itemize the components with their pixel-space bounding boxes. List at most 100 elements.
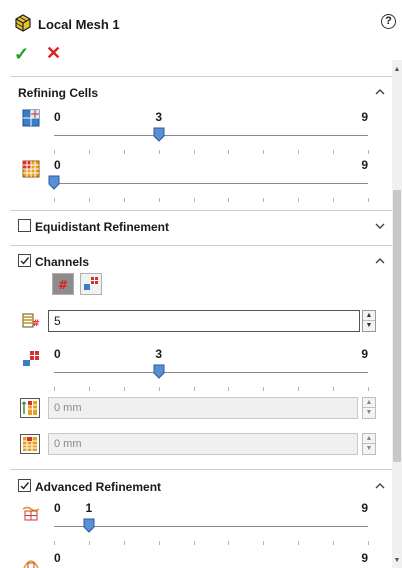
panel-title: Local Mesh 1 (38, 17, 120, 32)
section-title-equidistant-refinement: Equidistant Refinement (35, 220, 170, 234)
slider-thumb[interactable] (153, 127, 165, 142)
slider-tick (193, 198, 195, 202)
collapse-chevron-up-icon[interactable] (373, 479, 387, 493)
slider-tick (263, 541, 265, 545)
divider (10, 245, 392, 246)
refining-cells-level-slider[interactable]: 0 3 9 (54, 110, 369, 154)
slider-tick (158, 150, 160, 154)
slider-tick (333, 150, 335, 154)
slider-tick (123, 150, 125, 154)
slider-tick (228, 387, 230, 391)
expand-chevron-down-icon[interactable] (373, 219, 387, 233)
cell-grid-icon (84, 277, 98, 290)
slider-tick (193, 541, 195, 545)
section-title-advanced-refinement: Advanced Refinement (35, 480, 162, 494)
scroll-down-icon[interactable]: ▼ (392, 557, 402, 564)
minimum-channel-height-spinner[interactable]: ▲ ▼ (362, 397, 376, 419)
divider (10, 76, 392, 77)
channel-cell-count-spinner[interactable]: ▲ ▼ (362, 310, 376, 332)
channels-checkbox[interactable] (18, 254, 31, 267)
slider-min-label: 0 (54, 158, 61, 172)
slider-thumb[interactable] (83, 518, 95, 533)
divider (10, 210, 392, 211)
help-icon[interactable]: ? (381, 14, 396, 29)
refining-cells-level-icon (22, 109, 40, 127)
slider-tick (123, 541, 125, 545)
slider-tick (298, 198, 300, 202)
channel-refinement-level-icon (22, 349, 40, 367)
maximum-channel-height-icon[interactable] (20, 434, 40, 454)
slider-tick (123, 387, 125, 391)
maximum-channel-height-spinner[interactable]: ▲ ▼ (362, 433, 376, 455)
spinner-up-icon[interactable]: ▲ (363, 398, 375, 408)
slider-tick (54, 387, 55, 391)
slider-tick (193, 150, 195, 154)
slider-tick (88, 150, 90, 154)
slider-ticks (54, 387, 369, 391)
slider-tick (333, 387, 335, 391)
section-title-refining-cells: Refining Cells (18, 86, 99, 100)
slider-tick (158, 541, 160, 545)
advanced-refinement-checkbox[interactable] (18, 479, 31, 492)
slider-tick (333, 198, 335, 202)
spinner-up-icon[interactable]: ▲ (363, 311, 375, 321)
slider-max-label: 9 (361, 551, 368, 565)
channel-cell-count-mode-toggle[interactable]: # (52, 273, 74, 295)
slider-ticks (54, 541, 369, 545)
slider-thumb[interactable] (48, 175, 60, 190)
collapse-chevron-up-icon[interactable] (373, 85, 387, 99)
fluid-solid-boundary-slider[interactable]: 0 1 9 (54, 501, 369, 545)
slider-tick (368, 541, 369, 545)
slider-max-label: 9 (361, 158, 368, 172)
refining-cells-level2-icon (22, 160, 40, 178)
curvature-refinement-slider[interactable]: 0 9 (54, 551, 368, 568)
slider-tick (298, 387, 300, 391)
slider-tick (54, 198, 55, 202)
ok-button[interactable]: ✓ (14, 44, 29, 65)
slider-tick (54, 150, 55, 154)
slider-tick (158, 198, 160, 202)
slider-min-label: 0 (54, 110, 61, 124)
slider-tick (158, 387, 160, 391)
maximum-channel-height-input[interactable]: 0 mm (48, 433, 358, 455)
equidistant-refinement-checkbox[interactable] (18, 219, 31, 232)
slider-track (54, 372, 368, 373)
slider-thumb[interactable] (153, 364, 165, 379)
slider-tick (263, 387, 265, 391)
panel-scrollbar[interactable]: ▲ ▼ (392, 60, 402, 568)
channel-refinement-level-slider[interactable]: 0 3 9 (54, 347, 369, 391)
scrollbar-thumb[interactable] (393, 190, 401, 462)
channel-cell-count-input[interactable]: 5 (48, 310, 360, 332)
collapse-chevron-up-icon[interactable] (373, 254, 387, 268)
minimum-channel-height-icon[interactable] (20, 398, 40, 418)
slider-value-label: 3 (155, 110, 162, 124)
scroll-up-icon[interactable]: ▲ (392, 66, 402, 73)
local-mesh-property-panel: Local Mesh 1 ? ✓ ✕ Refining Cells 0 3 9 (0, 0, 396, 568)
hash-icon: # (58, 278, 68, 292)
slider-tick (88, 387, 90, 391)
spinner-down-icon[interactable]: ▼ (363, 408, 375, 418)
svg-text:#: # (32, 319, 40, 329)
slider-max-label: 9 (361, 347, 368, 361)
slider-tick (228, 198, 230, 202)
panel-header: Local Mesh 1 ? (14, 14, 396, 36)
slider-tick (88, 541, 90, 545)
slider-max-label: 9 (361, 501, 368, 515)
spinner-down-icon[interactable]: ▼ (363, 321, 375, 331)
slider-tick (298, 541, 300, 545)
spinner-down-icon[interactable]: ▼ (363, 444, 375, 454)
slider-ticks (54, 150, 369, 154)
cancel-button[interactable]: ✕ (46, 43, 61, 64)
slider-track (54, 526, 368, 527)
channel-cell-size-mode-toggle[interactable] (80, 273, 102, 295)
slider-tick (54, 541, 55, 545)
slider-ticks (54, 198, 369, 202)
refining-cells-level2-slider[interactable]: 0 9 (48, 158, 369, 202)
spinner-up-icon[interactable]: ▲ (363, 434, 375, 444)
slider-tick (228, 541, 230, 545)
slider-tick (333, 541, 335, 545)
divider (10, 469, 392, 470)
slider-tick (368, 387, 369, 391)
slider-value-label: 3 (155, 347, 162, 361)
minimum-channel-height-input[interactable]: 0 mm (48, 397, 358, 419)
